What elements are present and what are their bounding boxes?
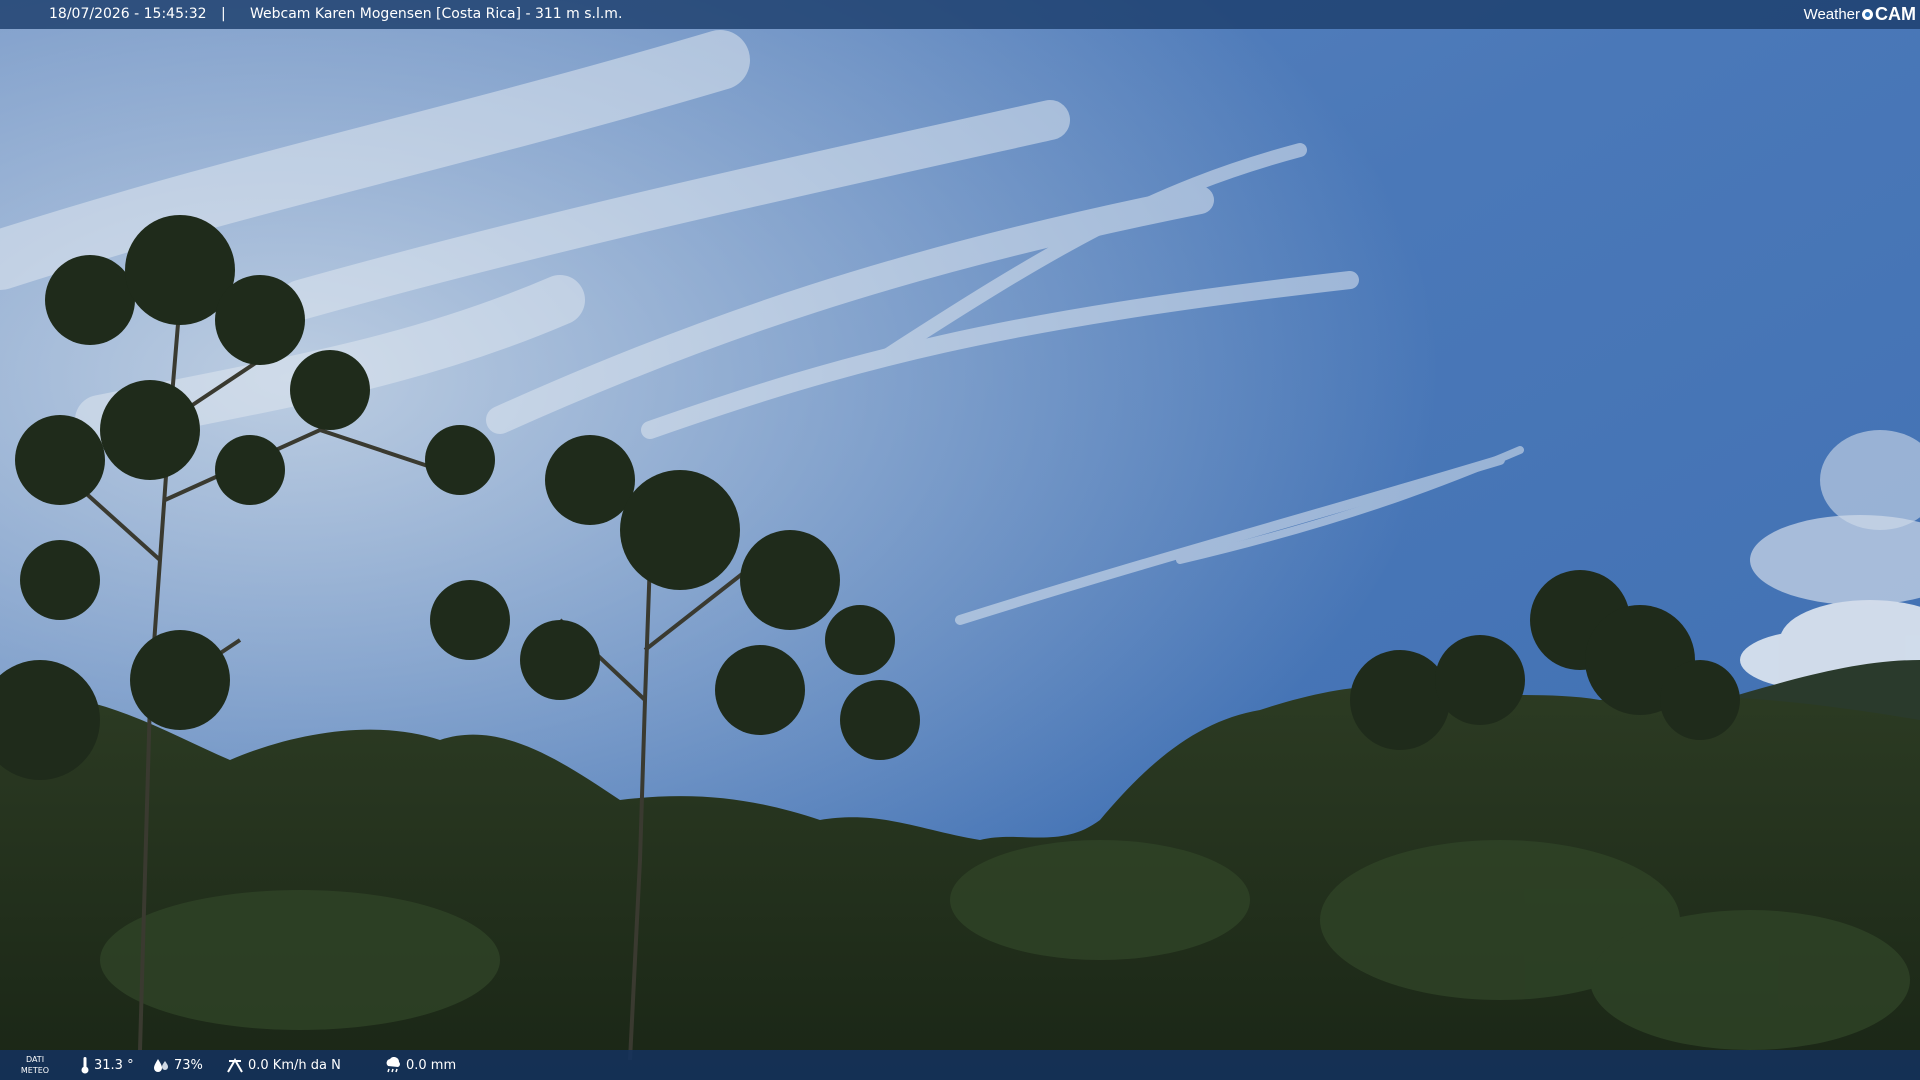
weathercam-logo: Weather CAM [1804,0,1916,29]
humidity-reading: 73% [152,1050,203,1080]
wind-reading: 0.0 Km/h da N [226,1050,341,1080]
rain-reading: 0.0 mm [384,1050,456,1080]
humidity-value: 73% [174,1057,203,1073]
brand-dot-icon [1862,9,1873,20]
wind-value: 0.0 Km/h da N [248,1057,341,1073]
webcam-title: Webcam Karen Mogensen [Costa Rica] - 311… [250,6,623,22]
webcam-image [0,0,1920,1080]
weather-data-bar: DATI METEO 31.3 ° 73% 0.0 Km/h da N 0.0 … [0,1050,1920,1080]
weather-label: DATI METEO [18,1054,52,1076]
timestamp: 18/07/2026 - 15:45:32 [49,6,207,22]
weather-label-line2: METEO [20,1066,50,1075]
thermometer-icon [81,1057,89,1074]
landscape-scene [0,0,1920,1080]
brand-prefix: Weather [1803,6,1860,23]
temperature-reading: 31.3 ° [80,1050,134,1080]
brand-suffix: CAM [1875,4,1916,24]
wind-icon [227,1058,243,1073]
weather-label-line1: DATI [25,1055,45,1064]
rain-icon [386,1057,400,1073]
rain-value: 0.0 mm [406,1057,457,1073]
humidity-icon [154,1059,168,1072]
title-bar: 18/07/2026 - 15:45:32 | Webcam Karen Mog… [0,0,1920,29]
title-separator: | [221,6,226,22]
temperature-value: 31.3 ° [94,1057,134,1073]
